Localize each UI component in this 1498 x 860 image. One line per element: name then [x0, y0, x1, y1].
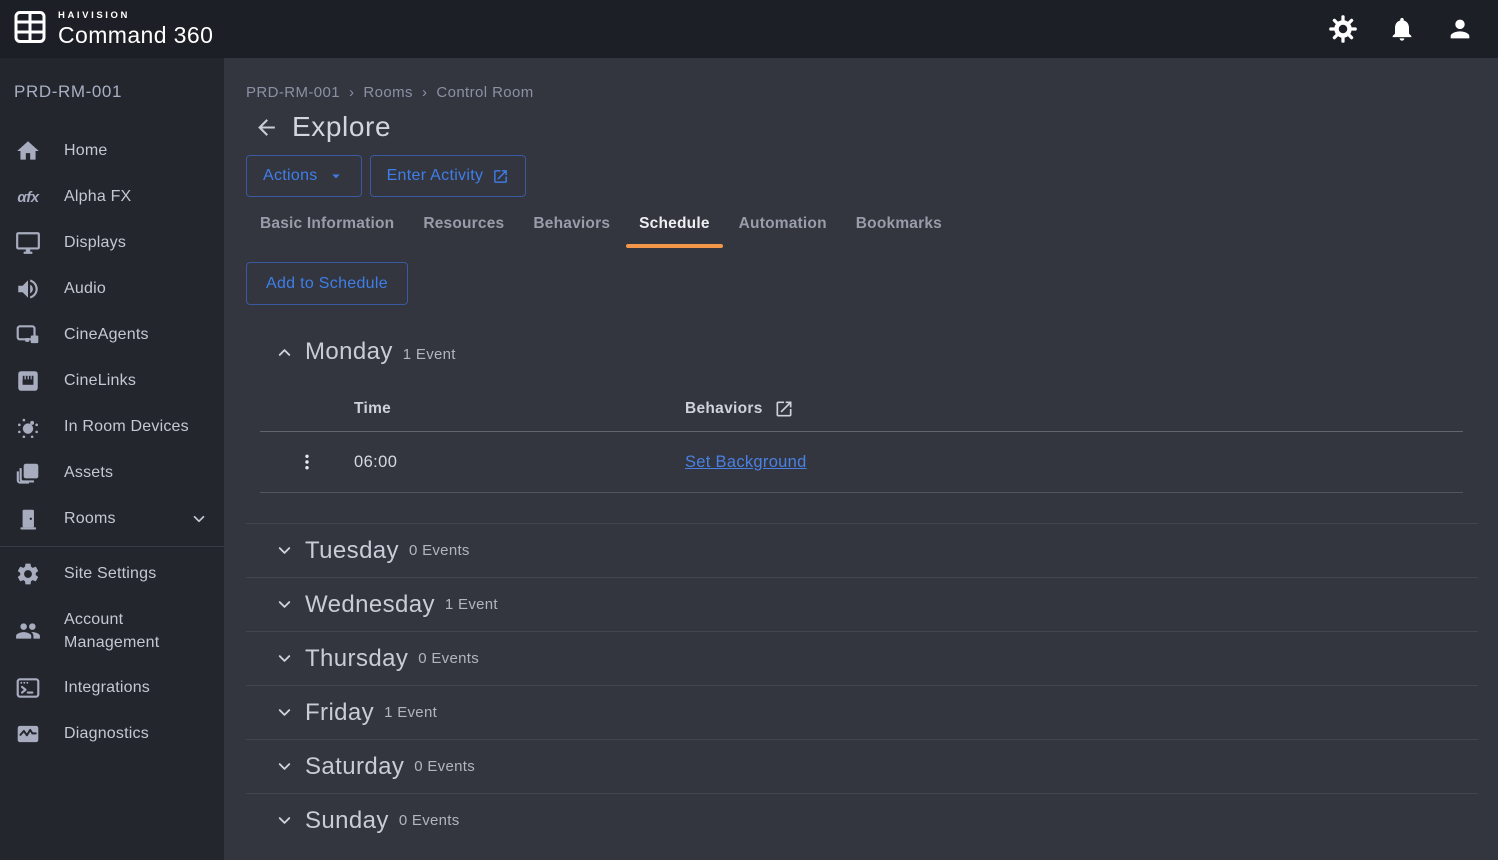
event-count: 1 Event	[384, 704, 437, 721]
user-profile-icon[interactable]	[1446, 15, 1474, 43]
diagnostics-icon	[14, 720, 42, 748]
sidebar-item-site-settings[interactable]: Site Settings	[0, 551, 224, 597]
sidebar-item-assets[interactable]: Assets	[0, 450, 224, 496]
chevron-down-icon	[275, 595, 294, 614]
event-count: 0 Events	[399, 812, 460, 829]
chevron-down-icon	[275, 541, 294, 560]
chevron-down-icon	[275, 757, 294, 776]
assets-icon	[14, 459, 42, 487]
event-row: 06:00 Set Background	[260, 432, 1463, 493]
notifications-bell-icon[interactable]	[1388, 15, 1416, 43]
brand-name: HAIVISION	[58, 11, 213, 21]
breadcrumb-room[interactable]: PRD-RM-001	[246, 84, 340, 101]
alpha-fx-icon: αfx	[14, 183, 42, 211]
cinelinks-icon	[14, 367, 42, 395]
tab-automation[interactable]: Automation	[739, 209, 827, 248]
haivision-logo-icon	[12, 9, 48, 50]
sidebar-item-home[interactable]: Home	[0, 128, 224, 174]
tab-bookmarks[interactable]: Bookmarks	[856, 209, 942, 248]
sidebar-divider	[0, 546, 224, 547]
sidebar-item-rooms[interactable]: Rooms	[0, 496, 224, 542]
schedule-list: Monday 1 Event Time Behaviors	[246, 338, 1478, 847]
day-header-wednesday[interactable]: Wednesday 1 Event	[246, 577, 1478, 631]
brand: HAIVISION Command 360	[12, 9, 213, 50]
sidebar-item-displays[interactable]: Displays	[0, 220, 224, 266]
chevron-down-icon[interactable]	[190, 510, 208, 528]
behavior-link[interactable]: Set Background	[685, 453, 1463, 472]
sidebar-item-account-management[interactable]: Account Management	[0, 597, 224, 665]
tab-bar: Basic Information Resources Behaviors Sc…	[246, 209, 1478, 248]
event-table: Time Behaviors 06:00 Set Background	[260, 399, 1463, 493]
open-in-new-icon	[492, 168, 509, 185]
breadcrumb-control-room[interactable]: Control Room	[436, 84, 533, 101]
add-to-schedule-button[interactable]: Add to Schedule	[246, 262, 408, 305]
sidebar-item-audio[interactable]: Audio	[0, 266, 224, 312]
sidebar-item-integrations[interactable]: Integrations	[0, 665, 224, 711]
event-count: 0 Events	[414, 758, 475, 775]
day-header-thursday[interactable]: Thursday 0 Events	[246, 631, 1478, 685]
page-title: Explore	[292, 111, 391, 143]
event-count: 0 Events	[409, 542, 470, 559]
sidebar-item-in-room-devices[interactable]: In Room Devices	[0, 404, 224, 450]
day-header-monday[interactable]: Monday 1 Event	[246, 338, 1478, 366]
open-in-new-icon[interactable]	[774, 399, 794, 419]
day-header-tuesday[interactable]: Tuesday 0 Events	[246, 523, 1478, 577]
site-settings-gear-icon	[14, 560, 42, 588]
top-bar: HAIVISION Command 360	[0, 0, 1498, 58]
breadcrumb: PRD-RM-001 › Rooms › Control Room	[246, 84, 1478, 101]
chevron-down-icon	[275, 811, 294, 830]
main-content: PRD-RM-001 › Rooms › Control Room Explor…	[224, 58, 1498, 860]
sidebar-room-title: PRD-RM-001	[0, 82, 224, 102]
day-header-saturday[interactable]: Saturday 0 Events	[246, 739, 1478, 793]
sidebar-item-diagnostics[interactable]: Diagnostics	[0, 711, 224, 757]
back-arrow-icon[interactable]	[254, 115, 279, 140]
home-icon	[14, 137, 42, 165]
breadcrumb-rooms[interactable]: Rooms	[363, 84, 413, 101]
day-header-friday[interactable]: Friday 1 Event	[246, 685, 1478, 739]
day-header-sunday[interactable]: Sunday 0 Events	[246, 793, 1478, 847]
account-management-icon	[14, 617, 42, 645]
enter-activity-button[interactable]: Enter Activity	[370, 155, 527, 197]
product-name: Command 360	[58, 24, 213, 47]
breadcrumb-separator: ›	[422, 84, 427, 101]
rooms-icon	[14, 505, 42, 533]
sidebar-item-cinelinks[interactable]: CineLinks	[0, 358, 224, 404]
tab-behaviors[interactable]: Behaviors	[533, 209, 610, 248]
chevron-down-icon	[275, 703, 294, 722]
sidebar: PRD-RM-001 Home αfx Alpha FX Displays Au…	[0, 58, 224, 860]
actions-button[interactable]: Actions	[246, 155, 362, 197]
sidebar-item-alpha-fx[interactable]: αfx Alpha FX	[0, 174, 224, 220]
event-time: 06:00	[354, 453, 685, 472]
event-count: 0 Events	[418, 650, 479, 667]
kebab-menu-icon[interactable]	[295, 450, 319, 474]
settings-gear-icon[interactable]	[1328, 14, 1358, 44]
chevron-up-icon	[275, 343, 294, 362]
audio-icon	[14, 275, 42, 303]
column-header-behaviors: Behaviors	[685, 399, 1463, 419]
sidebar-item-cineagents[interactable]: CineAgents	[0, 312, 224, 358]
integrations-icon	[14, 674, 42, 702]
tab-schedule[interactable]: Schedule	[639, 209, 710, 248]
chevron-down-icon	[275, 649, 294, 668]
tab-resources[interactable]: Resources	[423, 209, 504, 248]
displays-icon	[14, 229, 42, 257]
schedule-day-monday: Monday 1 Event Time Behaviors	[246, 338, 1478, 493]
in-room-devices-icon	[14, 413, 42, 441]
event-count: 1 Event	[403, 346, 456, 363]
column-header-time: Time	[354, 400, 685, 418]
cineagents-icon	[14, 321, 42, 349]
breadcrumb-separator: ›	[349, 84, 354, 101]
tab-basic-information[interactable]: Basic Information	[260, 209, 394, 248]
event-count: 1 Event	[445, 596, 498, 613]
caret-down-icon	[327, 167, 345, 185]
